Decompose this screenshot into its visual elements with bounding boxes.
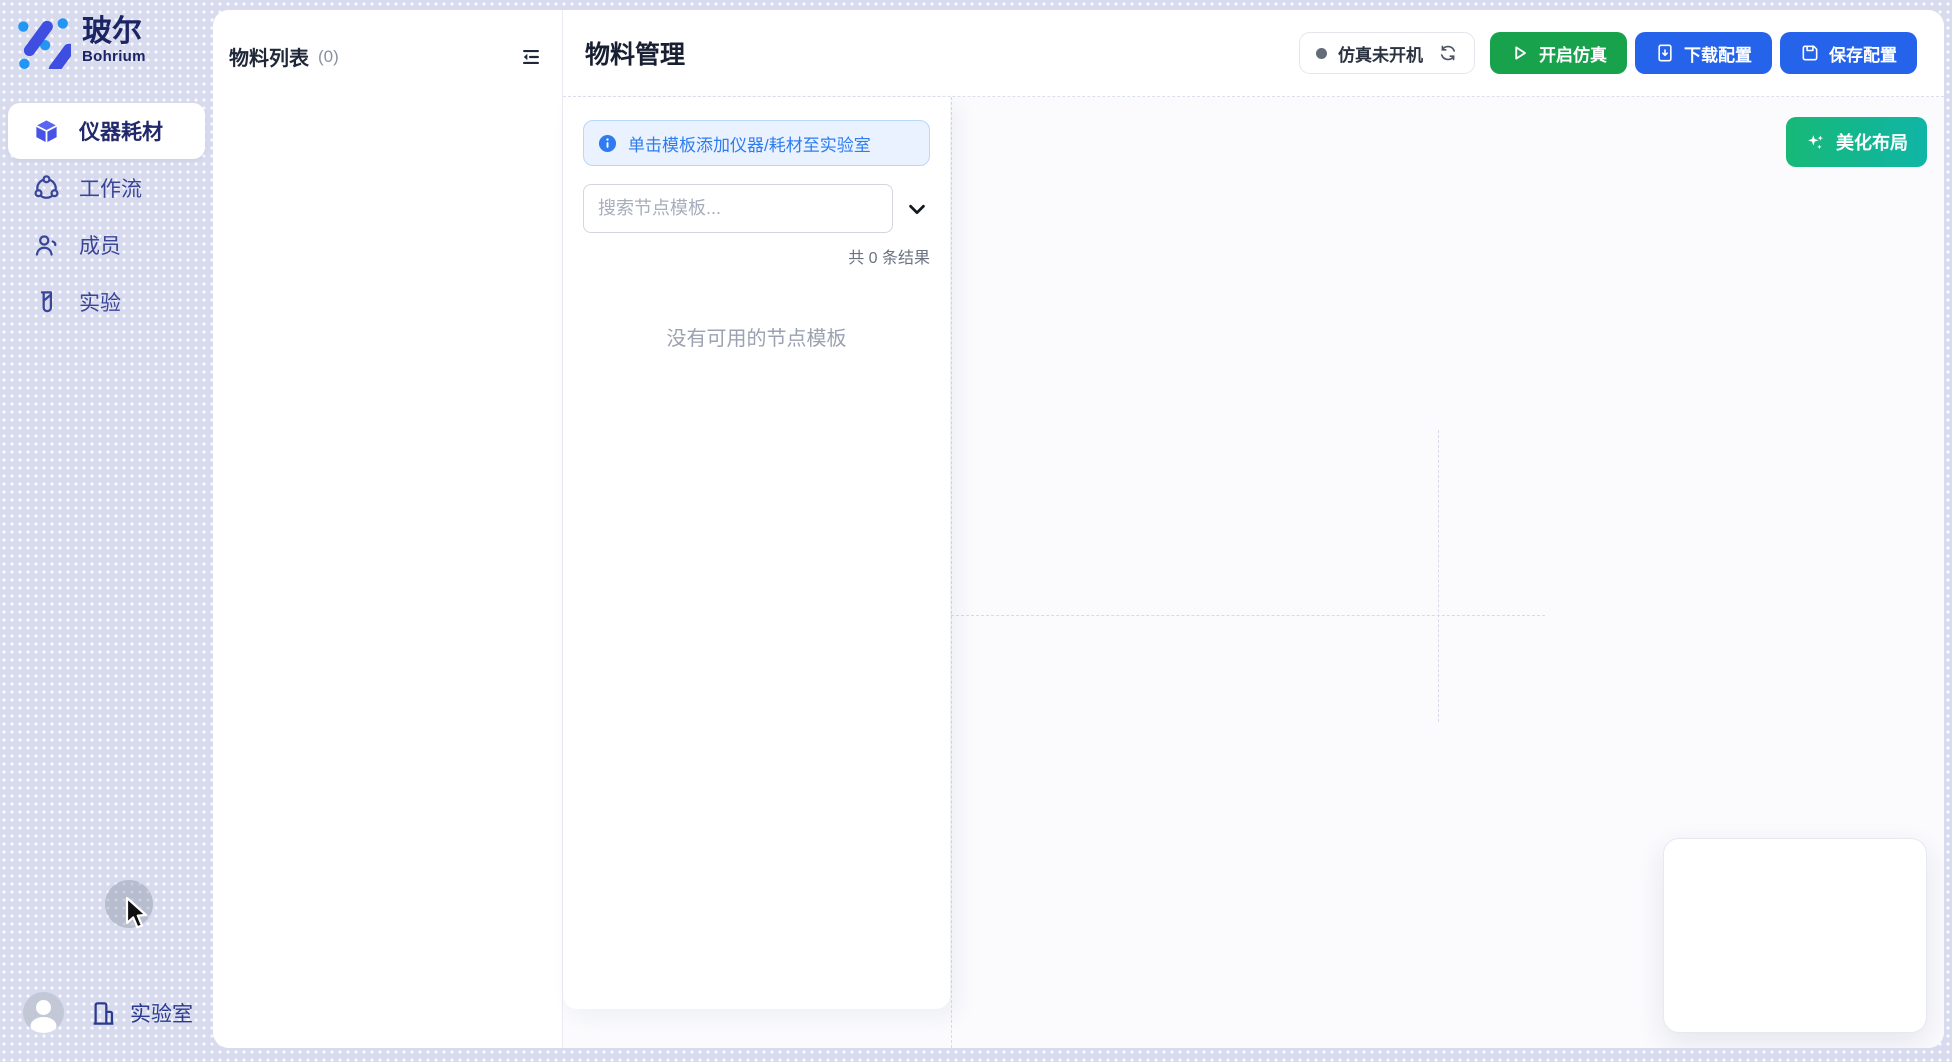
panel-collapse-icon[interactable] <box>520 46 542 68</box>
sidebar-item-label: 工作流 <box>79 173 142 203</box>
building-icon <box>90 1000 117 1027</box>
chevron-down-icon[interactable] <box>906 198 928 220</box>
sidebar-item-experiments[interactable]: 实验 <box>8 274 205 330</box>
canvas-guide-line <box>1438 430 1439 722</box>
lab-label: 实验室 <box>130 998 193 1028</box>
sparkles-icon <box>1805 132 1826 153</box>
lab-switcher[interactable]: 实验室 <box>90 998 193 1028</box>
flow-canvas[interactable]: 单击模板添加仪器/耗材至实验室 共 0 条结果 没有可用的节点模板 美化布局 <box>563 97 1944 1048</box>
save-config-button[interactable]: 保存配置 <box>1780 32 1917 74</box>
info-icon <box>598 134 617 153</box>
status-dot-icon <box>1316 48 1327 59</box>
sidebar-item-label: 成员 <box>79 230 121 260</box>
empty-template-message: 没有可用的节点模板 <box>583 322 930 351</box>
result-count: 共 0 条结果 <box>583 244 930 268</box>
cube-icon <box>33 118 60 145</box>
node-template-panel: 单击模板添加仪器/耗材至实验室 共 0 条结果 没有可用的节点模板 <box>563 97 950 1009</box>
bohrium-logo-icon <box>13 11 71 69</box>
canvas-guide-line <box>951 615 1545 616</box>
main-header: 物料管理 仿真未开机 开启仿真 下载配置 <box>563 10 1944 97</box>
save-icon <box>1800 43 1820 63</box>
materials-list-panel: 物料列表 (0) <box>213 10 563 1048</box>
sidebar-item-instruments[interactable]: 仪器耗材 <box>8 103 205 159</box>
experiment-icon <box>33 289 60 316</box>
app-sidebar: 玻尔 Bohrium 仪器耗材 工作流 <box>0 0 213 1062</box>
info-banner-text: 单击模板添加仪器/耗材至实验室 <box>628 131 871 156</box>
brand-name-en: Bohrium <box>82 48 146 65</box>
sidebar-item-label: 仪器耗材 <box>79 116 163 146</box>
page-title: 物料管理 <box>585 35 685 71</box>
sidebar-item-members[interactable]: 成员 <box>8 217 205 273</box>
materials-list-title: 物料列表 <box>229 42 309 71</box>
content-window: 物料列表 (0) 物料管理 仿真未开机 <box>213 10 1944 1048</box>
refresh-icon[interactable] <box>1438 43 1458 63</box>
canvas-guide-line <box>951 97 952 1048</box>
simulation-status-pill[interactable]: 仿真未开机 <box>1299 32 1475 74</box>
play-icon <box>1510 43 1530 63</box>
download-file-icon <box>1655 43 1675 63</box>
members-icon <box>33 232 60 259</box>
minimap-panel[interactable] <box>1663 838 1927 1033</box>
brand-logo: 玻尔 Bohrium <box>13 11 146 69</box>
materials-list-header: 物料列表 (0) <box>213 10 562 71</box>
sidebar-nav: 仪器耗材 工作流 成员 <box>8 103 205 331</box>
sidebar-item-workflow[interactable]: 工作流 <box>8 160 205 216</box>
brand-name-cn: 玻尔 <box>82 16 146 48</box>
simulation-status-label: 仿真未开机 <box>1338 41 1423 66</box>
mouse-cursor <box>125 897 151 931</box>
start-simulation-button[interactable]: 开启仿真 <box>1490 32 1627 74</box>
beautify-layout-button[interactable]: 美化布局 <box>1786 117 1927 167</box>
sidebar-item-label: 实验 <box>79 287 121 317</box>
workflow-icon <box>33 175 60 202</box>
download-config-button[interactable]: 下载配置 <box>1635 32 1772 74</box>
info-banner: 单击模板添加仪器/耗材至实验室 <box>583 120 930 166</box>
materials-list-count: (0) <box>318 47 339 67</box>
header-actions: 仿真未开机 开启仿真 下载配置 <box>1299 32 1917 74</box>
search-input[interactable] <box>583 184 893 233</box>
user-avatar[interactable] <box>23 992 64 1033</box>
